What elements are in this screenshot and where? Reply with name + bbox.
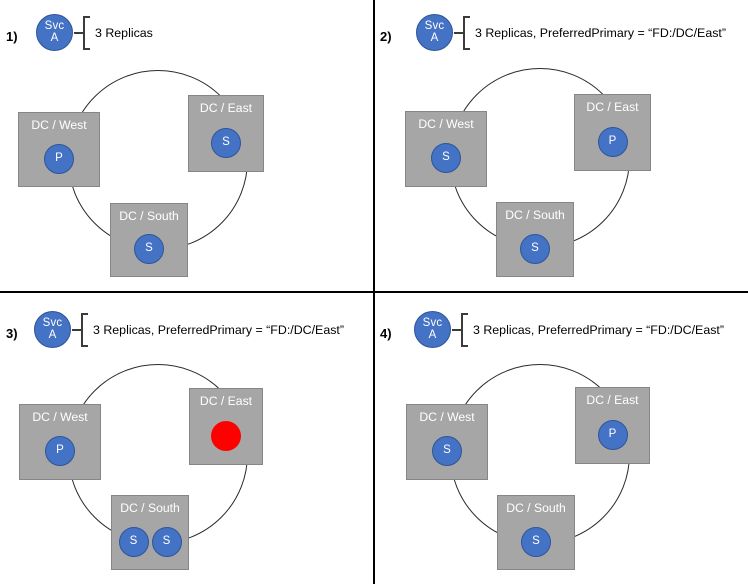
replica-node: S	[211, 127, 241, 158]
bracket-icon	[463, 16, 470, 50]
panel-3: 3) Svc A 3 Replicas, PreferredPrimary = …	[0, 292, 374, 584]
bracket-icon	[461, 313, 468, 347]
replica-row: S	[407, 423, 487, 479]
dc-box-title: DC / East	[586, 100, 639, 114]
constraint-bracket: 3 Replicas, PreferredPrimary = “FD:/DC/E…	[452, 310, 724, 350]
dc-box-west: DC / West P	[18, 112, 100, 187]
panel-index-label: 4)	[380, 326, 392, 341]
replica-node: P	[597, 126, 628, 157]
dc-box-title: DC / East	[199, 394, 253, 408]
bracket-stem	[454, 32, 463, 34]
panel-2: 2) Svc A 3 Replicas, PreferredPrimary = …	[374, 0, 748, 292]
constraint-label: 3 Replicas, PreferredPrimary = “FD:/DC/E…	[473, 322, 724, 337]
dc-box-title: DC / South	[505, 208, 565, 222]
replica-row: P	[575, 113, 650, 170]
service-name-line1: Svc	[44, 20, 65, 32]
panel-index-label: 1)	[6, 29, 18, 44]
replica-node: P	[44, 143, 74, 174]
constraint-label: 3 Replicas, PreferredPrimary = “FD:/DC/E…	[93, 322, 344, 337]
replica-row: S	[498, 514, 574, 569]
replica-node: S	[134, 234, 164, 265]
replica-node: S	[520, 233, 550, 264]
service-node-icon: Svc A	[416, 14, 453, 51]
dc-box-title: DC / West	[418, 117, 474, 131]
dc-box-title: DC / South	[506, 501, 566, 515]
constraint-label: 3 Replicas	[95, 25, 153, 40]
bracket-icon	[81, 313, 88, 347]
constraint-label: 3 Replicas, PreferredPrimary = “FD:/DC/E…	[475, 25, 726, 40]
dc-box-west: DC / West S	[405, 111, 487, 187]
dc-box-south: DC / South S	[496, 202, 574, 277]
bracket-stem	[452, 329, 461, 331]
replica-node: S	[118, 526, 149, 557]
panel-index-label: 3)	[6, 326, 18, 341]
replica-row: P	[20, 423, 100, 479]
service-node-icon: Svc A	[414, 311, 451, 348]
dc-box-title: DC / West	[31, 118, 87, 132]
bracket-icon	[83, 16, 90, 50]
replica-row: P	[19, 131, 99, 186]
dc-box-east: DC / East	[189, 388, 263, 465]
replica-node: S	[432, 436, 462, 467]
service-node-icon: Svc A	[34, 311, 71, 348]
replica-row: P	[576, 406, 649, 463]
dc-box-west: DC / West P	[19, 404, 101, 480]
replica-node: P	[597, 419, 628, 450]
replica-node: S	[521, 526, 551, 557]
dc-box-title: DC / South	[120, 501, 180, 515]
replica-node-down	[211, 420, 241, 451]
replica-row: S	[111, 222, 187, 276]
service-name-line2: A	[48, 328, 57, 341]
constraint-bracket: 3 Replicas, PreferredPrimary = “FD:/DC/E…	[72, 310, 344, 350]
dc-box-east: DC / East S	[188, 95, 264, 172]
replica-node: S	[151, 526, 182, 557]
dc-box-title: DC / South	[119, 209, 179, 223]
replica-row: S	[406, 130, 486, 186]
panel-index-label: 2)	[380, 29, 392, 44]
service-name-line2: A	[50, 31, 59, 44]
dc-box-east: DC / East P	[574, 94, 651, 171]
replica-node: P	[45, 436, 75, 467]
replica-row: S	[189, 114, 263, 171]
service-name-line2: A	[428, 328, 437, 341]
replica-row: S S	[112, 514, 188, 569]
replica-row	[190, 407, 262, 464]
service-name-line1: Svc	[424, 20, 445, 32]
diagram-canvas: 1) Svc A 3 Replicas DC / West P DC / Eas…	[0, 0, 748, 584]
service-name-line1: Svc	[42, 317, 63, 329]
constraint-bracket: 3 Replicas	[74, 13, 153, 53]
dc-box-title: DC / East	[199, 101, 253, 115]
panel-1: 1) Svc A 3 Replicas DC / West P DC / Eas…	[0, 0, 374, 292]
dc-box-south: DC / South S S	[111, 495, 189, 570]
service-node-icon: Svc A	[36, 14, 73, 51]
bracket-stem	[72, 329, 81, 331]
service-name-line1: Svc	[422, 317, 443, 329]
dc-box-title: DC / West	[419, 410, 475, 424]
constraint-bracket: 3 Replicas, PreferredPrimary = “FD:/DC/E…	[454, 13, 726, 53]
dc-box-east: DC / East P	[575, 387, 650, 464]
replica-row: S	[497, 221, 573, 276]
dc-box-south: DC / South S	[110, 203, 188, 277]
service-name-line2: A	[430, 31, 439, 44]
dc-box-west: DC / West S	[406, 404, 488, 480]
replica-node: S	[431, 143, 461, 174]
dc-box-title: DC / East	[586, 393, 639, 407]
bracket-stem	[74, 32, 83, 34]
panel-4: 4) Svc A 3 Replicas, PreferredPrimary = …	[374, 292, 748, 584]
dc-box-south: DC / South S	[497, 495, 575, 570]
dc-box-title: DC / West	[32, 410, 88, 424]
